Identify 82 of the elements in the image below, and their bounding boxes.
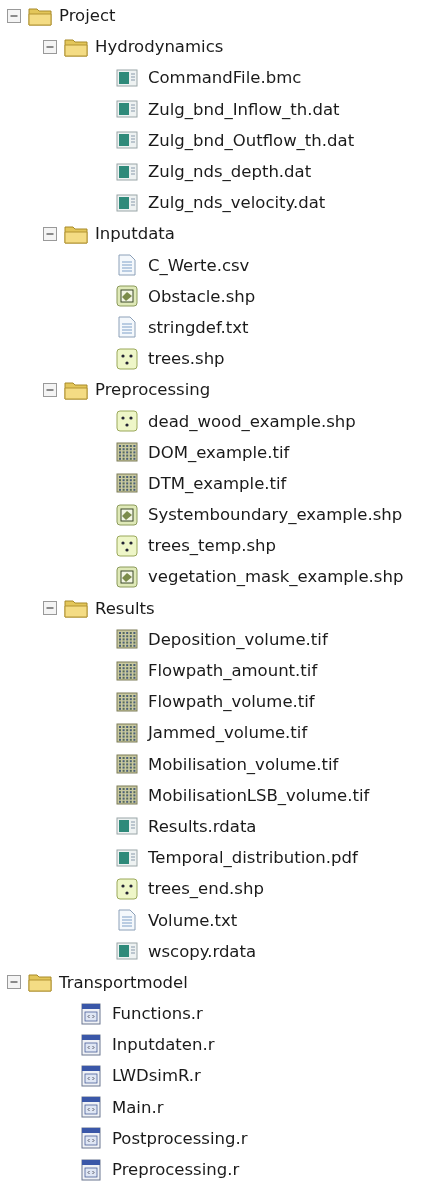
folder-icon [64,223,88,244]
file-name[interactable]: Zulg_bnd_Outflow_th.dat [148,130,355,150]
collapse-icon[interactable] [7,8,21,23]
file-name[interactable]: Obstacle.shp [148,286,256,306]
file-name[interactable]: Volume.txt [148,910,238,930]
grid-file-icon [116,472,138,495]
grid-file-icon [116,441,138,464]
document-icon [116,254,138,277]
file-name[interactable]: trees.shp [148,349,225,369]
script-file-icon [80,1033,102,1056]
file-name[interactable]: Jammed_volume.tif [148,723,308,743]
script-file-icon [80,1096,102,1119]
file-name[interactable]: Systemboundary_example.shp [148,505,403,525]
folder-icon [64,36,88,57]
collapse-icon[interactable] [43,226,57,241]
file-name[interactable]: Preprocessing.r [112,1160,240,1180]
points-file-icon [116,877,138,900]
polygon-file-icon [116,503,138,526]
grid-file-icon [116,721,138,744]
file-name[interactable]: Zulg_nds_velocity.dat [148,193,326,213]
file-name[interactable]: Main.r [112,1097,164,1117]
file-name[interactable]: Deposition_volume.tif [148,629,328,649]
polygon-file-icon [116,565,138,588]
file-name[interactable]: Postprocessing.r [112,1128,248,1148]
document-icon [116,909,138,932]
grid-file-icon [116,690,138,713]
file-name[interactable]: trees_temp.shp [148,536,276,556]
file-name[interactable]: Zulg_nds_depth.dat [148,162,312,182]
folder-icon [64,598,88,619]
script-file-icon [80,1064,102,1087]
file-name[interactable]: DOM_example.tif [148,442,290,462]
file-name[interactable]: wscopy.rdata [148,941,257,961]
collapse-icon[interactable] [43,382,57,397]
folder-icon [64,379,88,400]
collapse-icon[interactable] [7,975,21,990]
table-file-icon [116,160,138,183]
points-file-icon [116,534,138,557]
file-name[interactable]: dead_wood_example.shp [148,411,356,431]
script-file-icon [80,1002,102,1025]
folder-name[interactable]: Project [59,6,116,26]
grid-file-icon [116,753,138,776]
table-file-icon [116,98,138,121]
file-name[interactable]: Results.rdata [148,816,257,836]
file-name[interactable]: LWDsimR.r [112,1066,201,1086]
table-file-icon [116,191,138,214]
file-name[interactable]: Mobilisation_volume.tif [148,754,339,774]
folder-name[interactable]: Preprocessing [95,380,211,400]
folder-icon [28,972,52,993]
file-name[interactable]: MobilisationLSB_volume.tif [148,785,370,805]
collapse-icon[interactable] [43,39,57,54]
folder-name[interactable]: Hydrodynamics [95,37,224,57]
file-name[interactable]: Zulg_bnd_Inflow_th.dat [148,99,340,119]
file-name[interactable]: CommandFile.bmc [148,68,302,88]
file-name[interactable]: DTM_example.tif [148,473,287,493]
folder-name[interactable]: Inputdata [95,224,175,244]
script-file-icon [80,1158,102,1181]
points-file-icon [116,410,138,433]
folder-name[interactable]: Results [95,598,155,618]
collapse-icon[interactable] [43,601,57,616]
folder-icon [28,5,52,26]
file-name[interactable]: C_Werte.csv [148,255,250,275]
file-name[interactable]: Flowpath_amount.tif [148,661,318,681]
folder-name[interactable]: Transportmodel [59,972,188,992]
document-icon [116,316,138,339]
table-file-icon [116,129,138,152]
file-name[interactable]: vegetation_mask_example.shp [148,567,404,587]
polygon-file-icon [116,285,138,308]
table-file-icon [116,66,138,89]
grid-file-icon [116,628,138,651]
grid-file-icon [116,784,138,807]
file-name[interactable]: Flowpath_volume.tif [148,692,315,712]
file-name[interactable]: Temporal_distribution.pdf [148,848,358,868]
grid-file-icon [116,659,138,682]
file-name[interactable]: trees_end.shp [148,879,264,899]
table-file-icon [116,940,138,963]
file-name[interactable]: Functions.r [112,1004,203,1024]
file-name[interactable]: Inputdaten.r [112,1035,215,1055]
table-file-icon [116,846,138,869]
script-file-icon [80,1127,102,1150]
file-name[interactable]: stringdef.txt [148,317,249,337]
table-file-icon [116,815,138,838]
points-file-icon [116,347,138,370]
